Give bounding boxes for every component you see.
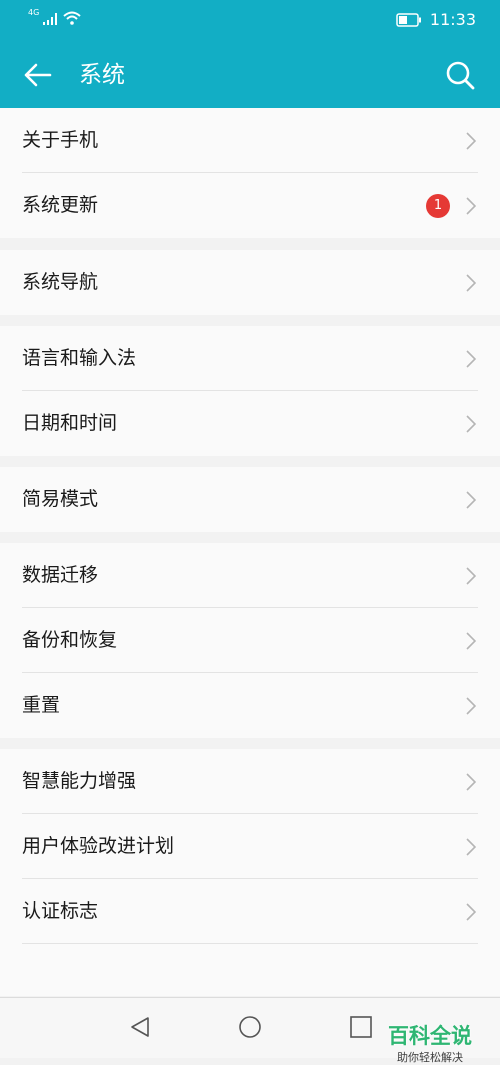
network-type: 4G [28, 8, 40, 17]
chevron-right-icon [466, 567, 476, 585]
chevron-right-icon [466, 773, 476, 791]
menu-item-label: 认证标志 [22, 900, 99, 922]
status-bar: 4G 11:33 [0, 0, 500, 42]
settings-group-1: 关于手机 系统更新 1 [0, 108, 500, 238]
notification-badge: 1 [426, 194, 450, 218]
menu-item-label: 数据迁移 [22, 564, 99, 586]
menu-item-certification-marks[interactable]: 认证标志 [0, 879, 500, 944]
signal-icon [43, 13, 58, 25]
wifi-icon [63, 11, 81, 25]
settings-group-6: 智慧能力增强 用户体验改进计划 认证标志 [0, 749, 500, 996]
menu-item-label: 智慧能力增强 [22, 770, 137, 792]
back-button[interactable] [18, 57, 58, 93]
menu-item-simple-mode[interactable]: 简易模式 [0, 467, 500, 532]
menu-item-label: 重置 [22, 694, 61, 716]
menu-item-label: 日期和时间 [22, 412, 118, 434]
menu-item-system-update[interactable]: 系统更新 1 [0, 173, 500, 238]
menu-item-language-input[interactable]: 语言和输入法 [0, 326, 500, 391]
menu-item-label: 备份和恢复 [22, 629, 118, 651]
menu-item-label: 关于手机 [22, 129, 99, 151]
chevron-right-icon [466, 197, 476, 215]
signal-group: 4G [28, 8, 81, 25]
settings-group-2: 系统导航 [0, 250, 500, 315]
back-arrow-icon [24, 63, 52, 87]
menu-item-label: 语言和输入法 [22, 347, 137, 369]
menu-item-user-experience-program[interactable]: 用户体验改进计划 [0, 814, 500, 879]
search-button[interactable] [442, 57, 478, 93]
menu-item-label: 系统导航 [22, 271, 99, 293]
menu-item-date-time[interactable]: 日期和时间 [0, 391, 500, 456]
chevron-right-icon [466, 491, 476, 509]
watermark-subtitle: 助你轻松解决 [397, 1051, 463, 1064]
chevron-right-icon [466, 632, 476, 650]
nav-recents-icon[interactable] [350, 1016, 372, 1038]
search-icon [446, 61, 475, 90]
page-title: 系统 [79, 62, 125, 88]
menu-item-backup-restore[interactable]: 备份和恢复 [0, 608, 500, 673]
settings-group-3: 语言和输入法 日期和时间 [0, 326, 500, 456]
battery-icon [396, 12, 421, 27]
menu-item-label: 系统更新 [22, 194, 99, 216]
status-right: 11:33 [396, 10, 476, 29]
watermark-title: 百科全说 [388, 1024, 472, 1048]
chevron-right-icon [466, 415, 476, 433]
app-bar: 系统 [0, 42, 500, 108]
settings-group-5: 数据迁移 备份和恢复 重置 [0, 543, 500, 738]
list-bottom-spacer [0, 944, 500, 996]
nav-home-icon[interactable] [238, 1015, 262, 1039]
nav-back-icon[interactable] [128, 1015, 152, 1039]
chevron-right-icon [466, 903, 476, 921]
menu-item-label: 简易模式 [22, 488, 99, 510]
menu-item-reset[interactable]: 重置 [0, 673, 500, 738]
menu-item-label: 用户体验改进计划 [22, 835, 175, 857]
menu-item-about-phone[interactable]: 关于手机 [0, 108, 500, 173]
chevron-right-icon [466, 838, 476, 856]
chevron-right-icon [466, 132, 476, 150]
settings-group-4: 简易模式 [0, 467, 500, 532]
chevron-right-icon [466, 350, 476, 368]
clock: 11:33 [429, 10, 476, 29]
menu-item-smart-enhancement[interactable]: 智慧能力增强 [0, 749, 500, 814]
divider [22, 943, 478, 944]
menu-item-data-migration[interactable]: 数据迁移 [0, 543, 500, 608]
menu-item-system-navigation[interactable]: 系统导航 [0, 250, 500, 315]
chevron-right-icon [466, 697, 476, 715]
chevron-right-icon [466, 274, 476, 292]
